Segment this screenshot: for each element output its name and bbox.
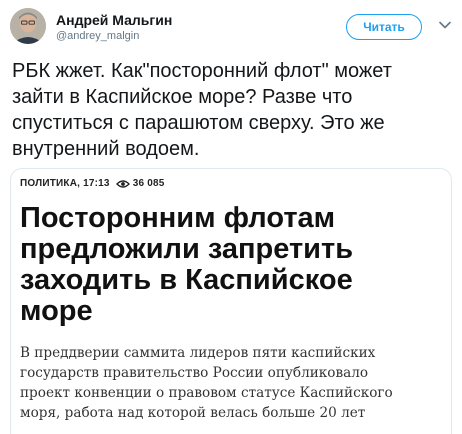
author-name[interactable]: Андрей Мальгин [56,12,172,28]
link-card[interactable]: ПОЛИТИКА, 17:13 36 085 Посторонним флота… [10,168,452,434]
eye-icon [115,179,130,189]
follow-button[interactable]: Читать [346,14,422,40]
avatar-image [10,8,46,44]
card-views-count: 36 085 [132,178,165,189]
card-views: 36 085 [115,178,165,189]
card-title[interactable]: Посторонним флотам предложили запретить … [20,203,440,327]
author-handle[interactable]: @andrey_malgin [56,30,139,42]
card-lead: В преддверии саммита лидеров пяти каспий… [20,345,393,421]
chevron-down-icon[interactable] [438,18,452,32]
card-category-time: ПОЛИТИКА, 17:13 [20,178,110,189]
card-meta: ПОЛИТИКА, 17:13 36 085 [20,178,164,189]
tweet-header: Андрей Мальгин @andrey_malgin Читать [10,8,452,48]
tweet-text: РБК жжет. Как"посторонний флот" может за… [12,60,392,160]
avatar[interactable] [10,8,46,44]
